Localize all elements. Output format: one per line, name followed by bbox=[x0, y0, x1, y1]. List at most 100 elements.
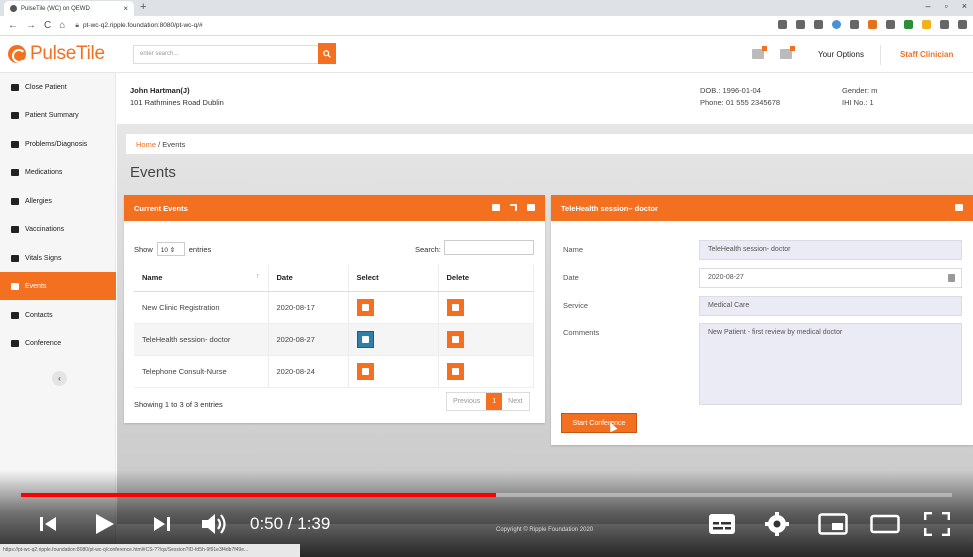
patient-name: John Hartman(J) bbox=[130, 86, 190, 95]
extension-icon[interactable] bbox=[886, 20, 895, 29]
sidebar-item-label: Vaccinations bbox=[25, 225, 65, 233]
date-field[interactable]: 2020-08-27 bbox=[699, 268, 962, 288]
service-field[interactable]: Medical Care bbox=[699, 296, 962, 316]
event-name-cell: New Clinic Registration bbox=[134, 291, 269, 324]
search-button[interactable] bbox=[318, 43, 336, 64]
bug-icon bbox=[11, 197, 19, 205]
close-window-icon[interactable]: × bbox=[962, 1, 967, 11]
maximize-icon[interactable]: ▫ bbox=[945, 1, 948, 11]
sort-icon: ↑ bbox=[256, 273, 260, 280]
event-date-cell: 2020-08-17 bbox=[268, 291, 349, 324]
table-row[interactable]: TeleHealth session- doctor 2020-08-27 bbox=[134, 323, 534, 356]
your-options-link[interactable]: Your Options bbox=[818, 50, 864, 59]
sidebar-item-close-patient[interactable]: Close Patient bbox=[0, 73, 116, 101]
next-icon[interactable] bbox=[152, 514, 172, 534]
new-tab-icon[interactable]: + bbox=[140, 1, 146, 13]
sidebar-item-patient-summary[interactable]: Patient Summary bbox=[0, 101, 116, 129]
sidebar-item-contacts[interactable]: Contacts bbox=[0, 301, 116, 329]
extension-icon[interactable] bbox=[904, 20, 913, 29]
subtitles-icon[interactable] bbox=[708, 513, 736, 535]
pager-page-1[interactable]: 1 bbox=[486, 393, 503, 410]
settings-gear-icon[interactable] bbox=[764, 511, 790, 537]
date-label: Date bbox=[563, 273, 579, 282]
delete-event-button[interactable] bbox=[446, 362, 464, 380]
start-conference-button[interactable]: Start Conference bbox=[561, 413, 637, 433]
events-table: Name ↑ Date Select Delete New Clinic Regi… bbox=[134, 265, 534, 388]
video-time: 0:50 / 1:39 bbox=[250, 514, 331, 533]
table-info: Showing 1 to 3 of 3 entries bbox=[134, 400, 223, 409]
table-row[interactable]: Telephone Consult-Nurse 2020-08-24 bbox=[134, 355, 534, 388]
home-icon[interactable]: ⌂ bbox=[59, 20, 65, 31]
breadcrumb-separator: / bbox=[158, 140, 161, 149]
delete-event-button[interactable] bbox=[446, 330, 464, 348]
search-input[interactable]: enter search... bbox=[133, 45, 319, 64]
miniplayer-icon[interactable] bbox=[818, 513, 848, 535]
select-event-button[interactable] bbox=[356, 330, 374, 348]
search-icon bbox=[323, 49, 331, 58]
sidebar-item-medications[interactable]: Medications bbox=[0, 158, 116, 186]
messages-icon[interactable] bbox=[780, 46, 795, 59]
column-label: Date bbox=[276, 273, 293, 283]
table-search-input[interactable] bbox=[444, 240, 534, 255]
sidebar-item-conference[interactable]: Conference bbox=[0, 329, 116, 357]
theater-mode-icon[interactable] bbox=[870, 513, 900, 535]
video-progress-bar[interactable] bbox=[21, 493, 952, 497]
column-header-name[interactable]: Name ↑ bbox=[134, 265, 269, 292]
comments-field[interactable]: New Patient - first review by medical do… bbox=[699, 323, 962, 405]
select-event-button[interactable] bbox=[356, 298, 374, 316]
star-icon[interactable] bbox=[796, 20, 805, 29]
url-field[interactable]: 🔒︎ pt-wc-q2.ripple.foundation:8080/pt-wc… bbox=[75, 22, 202, 30]
sidebar-item-vaccinations[interactable]: Vaccinations bbox=[0, 215, 116, 243]
forward-icon[interactable]: → bbox=[26, 20, 36, 31]
pager-next[interactable]: Next bbox=[502, 393, 528, 410]
key-icon[interactable] bbox=[778, 20, 787, 29]
select-event-button[interactable] bbox=[356, 362, 374, 380]
breadcrumb-home-link[interactable]: Home bbox=[136, 140, 156, 149]
previous-icon[interactable] bbox=[38, 514, 58, 534]
logo[interactable]: PulseTile bbox=[8, 43, 105, 65]
browser-tab[interactable]: PulseTile (WC) on QEWD × bbox=[4, 1, 134, 16]
table-row[interactable]: New Clinic Registration 2020-08-17 bbox=[134, 291, 534, 324]
sidebar-item-events[interactable]: Events bbox=[0, 272, 116, 300]
app-header: PulseTile enter search... Your Options S… bbox=[0, 37, 973, 73]
calendar-icon bbox=[11, 282, 19, 290]
pager-previous[interactable]: Previous bbox=[447, 393, 486, 410]
breadcrumb: Home / Events bbox=[126, 134, 973, 154]
minimize-icon[interactable]: – bbox=[926, 1, 931, 11]
sidebar-item-problems[interactable]: Problems/Diagnosis bbox=[0, 130, 116, 158]
patient-gender: Gender: m bbox=[842, 86, 878, 95]
back-icon[interactable]: ← bbox=[8, 20, 18, 31]
play-icon[interactable] bbox=[94, 512, 116, 536]
expand-icon[interactable] bbox=[510, 204, 517, 211]
video-icon bbox=[11, 339, 19, 347]
calendar-icon[interactable] bbox=[948, 274, 955, 282]
extension-icon[interactable] bbox=[832, 20, 841, 29]
sidebar-item-allergies[interactable]: Allergies bbox=[0, 187, 116, 215]
fullscreen-icon[interactable] bbox=[924, 512, 950, 536]
delete-event-button[interactable] bbox=[446, 298, 464, 316]
page-length-select[interactable]: 10 ⇕ bbox=[156, 242, 185, 256]
sidebar-item-label: Allergies bbox=[25, 197, 52, 205]
entries-label: entries bbox=[188, 244, 212, 254]
filter-icon[interactable] bbox=[492, 204, 500, 211]
column-header-date[interactable]: Date bbox=[268, 265, 349, 292]
extension-icon[interactable] bbox=[922, 20, 931, 29]
sidebar-item-vitals[interactable]: Vitals Signs bbox=[0, 244, 116, 272]
extension-icon[interactable] bbox=[868, 20, 877, 29]
select-cell bbox=[348, 323, 439, 356]
user-icon[interactable] bbox=[955, 204, 963, 211]
extension-icon[interactable] bbox=[814, 20, 823, 29]
delete-cell bbox=[438, 291, 534, 324]
user-role-link[interactable]: Staff Clinician bbox=[900, 50, 953, 59]
sidebar-collapse-button[interactable]: ‹ bbox=[52, 371, 67, 386]
volume-icon[interactable] bbox=[200, 511, 230, 537]
reload-icon[interactable]: C bbox=[44, 20, 51, 31]
name-field[interactable]: TeleHealth session- doctor bbox=[699, 240, 962, 260]
extension-icon[interactable] bbox=[850, 20, 859, 29]
add-user-icon[interactable] bbox=[527, 204, 535, 211]
puzzle-icon[interactable] bbox=[940, 20, 949, 29]
extension-icons bbox=[778, 20, 967, 29]
notifications-icon[interactable] bbox=[752, 46, 767, 59]
close-tab-icon[interactable]: × bbox=[123, 4, 128, 13]
profile-icon[interactable] bbox=[958, 20, 967, 29]
